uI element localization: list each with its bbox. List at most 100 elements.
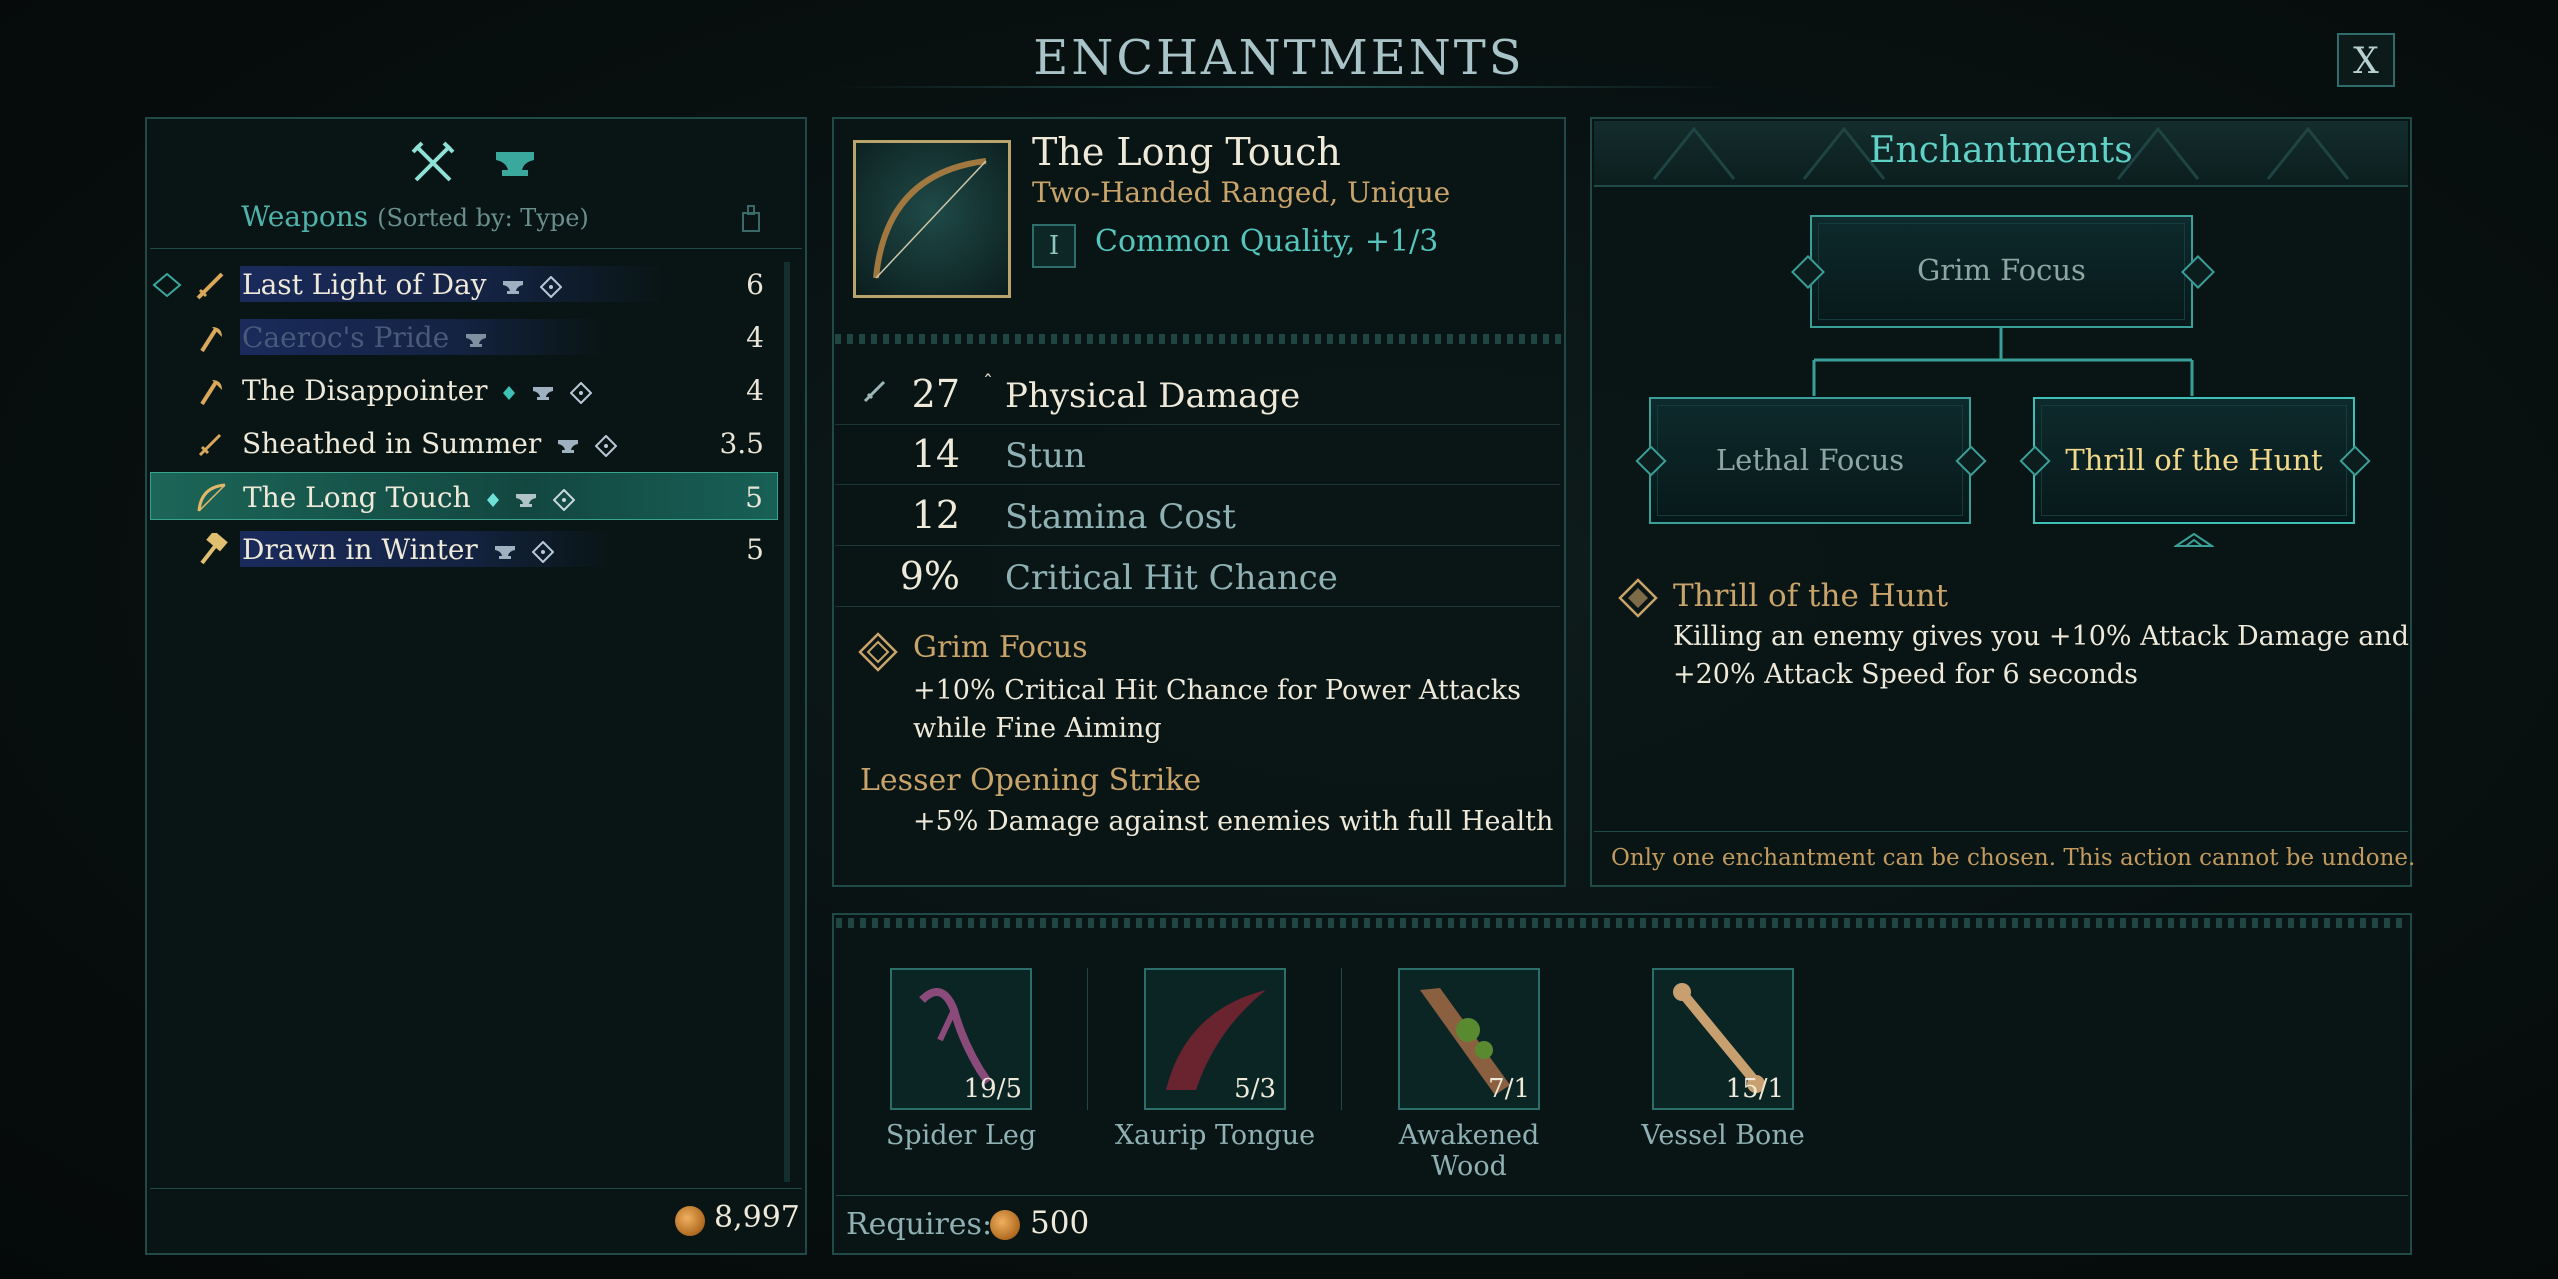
material-card-xaurip-tongue[interactable]: 5/3: [1144, 968, 1286, 1110]
list-scrollbar[interactable]: [784, 262, 790, 1182]
requires-label: Requires:: [846, 1207, 993, 1242]
enchant-panel-title: Enchantments: [1869, 130, 2133, 171]
bow-icon: [873, 158, 987, 279]
anvil-tab-icon[interactable]: [490, 138, 540, 188]
material-count: 19/5: [963, 1074, 1022, 1104]
sword-icon: [196, 272, 224, 300]
tree-connectors: [1812, 328, 2194, 396]
requires-cost: 500: [1030, 1205, 1090, 1241]
list-item-value: 6: [746, 268, 764, 301]
gold-coin-icon: [675, 1206, 705, 1236]
hammer-icon: [200, 533, 228, 565]
list-item-drawn-in-winter[interactable]: Drawn in Winter 5: [150, 525, 778, 573]
list-item-value: 4: [746, 374, 764, 407]
material-card-vessel-bone[interactable]: 15/1: [1652, 968, 1794, 1110]
gold-coin-icon: [990, 1210, 1020, 1240]
stat-value: 14: [911, 432, 960, 476]
stat-row-critical-hit-chance: 9% Critical Hit Chance: [835, 546, 1560, 607]
material-count: 5/3: [1234, 1074, 1276, 1104]
list-item-label: Sheathed in Summer: [242, 427, 618, 460]
perk-description: +5% Damage against enemies with full Hea…: [913, 806, 1554, 837]
list-item-value: 5: [746, 533, 764, 566]
list-item-last-light-of-day[interactable]: Last Light of Day 6: [150, 260, 778, 308]
enchant-diamond-icon: [1618, 578, 1658, 618]
node-label: Thrill of the Hunt: [2065, 443, 2323, 477]
enchant-footer-divider: [1594, 831, 2408, 832]
material-name: Awakened Wood: [1398, 1120, 1540, 1182]
anvil-icon: [558, 439, 579, 453]
enchant-diamond-icon: [540, 275, 563, 298]
title-divider: [830, 86, 1730, 88]
axe-icon: [200, 380, 222, 406]
item-image: [853, 140, 1011, 298]
item-quality: Common Quality, +1/3: [1095, 224, 1439, 259]
list-title: Weapons: [241, 200, 369, 233]
list-item-label: Drawn in Winter: [242, 533, 554, 566]
ornate-divider: [835, 334, 1563, 344]
list-item-the-long-touch[interactable]: The Long Touch 5: [150, 472, 778, 520]
stat-value: 12: [911, 493, 960, 537]
enchant-warning: Only one enchantment can be chosen. This…: [1611, 845, 2416, 871]
enchant-diamond-icon: [570, 381, 593, 404]
enchant-node-lethal-focus[interactable]: Lethal Focus: [1649, 397, 1971, 524]
axe-icon: [200, 327, 222, 353]
list-item-label: The Disappointer: [242, 374, 593, 407]
materials-panel: [832, 913, 2412, 1255]
stat-value: 27: [911, 372, 960, 416]
anvil-icon: [516, 493, 537, 507]
list-item-label: The Long Touch: [243, 481, 576, 514]
stat-label: Stamina Cost: [1005, 497, 1236, 537]
perk-name: Lesser Opening Strike: [860, 763, 1202, 798]
list-item-label: Last Light of Day: [242, 268, 563, 301]
material-separator: [1087, 968, 1088, 1110]
stat-label: Physical Damage: [1005, 376, 1301, 416]
stat-row-physical-damage: 27 ˆ Physical Damage: [835, 364, 1560, 425]
enchant-node-grim-focus[interactable]: Grim Focus: [1810, 215, 2193, 328]
sort-label[interactable]: (Sorted by: Type): [377, 204, 589, 232]
requires-divider: [836, 1195, 2408, 1196]
filter-icon[interactable]: [740, 203, 762, 233]
enchant-diamond-icon: [595, 434, 618, 457]
material-name: Vessel Bone: [1641, 1120, 1805, 1151]
list-divider: [150, 248, 802, 249]
dagger-icon: [198, 433, 222, 457]
item-type: Two-Handed Ranged, Unique: [1032, 176, 1451, 209]
tier-label: I: [1048, 231, 1060, 261]
material-name: Spider Leg: [885, 1120, 1037, 1151]
anvil-icon: [503, 280, 524, 294]
material-count: 7/1: [1488, 1074, 1530, 1104]
enchant-diamond-icon: [531, 540, 554, 563]
stat-label: Critical Hit Chance: [1005, 558, 1338, 598]
material-card-spider-leg[interactable]: 19/5: [890, 968, 1032, 1110]
list-item-sheathed-in-summer[interactable]: Sheathed in Summer 3.5: [150, 419, 778, 467]
enchant-diamond-icon: [858, 632, 898, 672]
equipped-diamond-icon: [152, 272, 182, 298]
list-item-label: Caeroc's Pride: [242, 321, 488, 354]
list-item-the-disappointer[interactable]: The Disappointer 4: [150, 366, 778, 414]
crossed-weapons-tab-icon[interactable]: [408, 138, 458, 188]
anvil-icon: [533, 386, 554, 400]
stat-label: Stun: [1005, 436, 1086, 476]
quality-gem-icon: [486, 492, 499, 507]
enchant-node-thrill-of-the-hunt[interactable]: Thrill of the Hunt: [2033, 397, 2355, 524]
material-name: Xaurip Tongue: [1114, 1120, 1316, 1151]
list-item-value: 5: [745, 481, 763, 514]
list-item-value: 3.5: [719, 427, 764, 460]
stat-value: 9%: [899, 554, 960, 598]
tier-badge: I: [1032, 224, 1076, 268]
quality-gem-icon: [503, 385, 516, 400]
stat-row-stun: 14 Stun: [835, 424, 1560, 485]
ornate-divider: [836, 918, 2408, 928]
list-item-caerocs-pride[interactable]: Caeroc's Pride 4: [150, 313, 778, 361]
material-count: 15/1: [1725, 1074, 1784, 1104]
enchant-diamond-icon: [553, 488, 576, 511]
currency-divider: [150, 1188, 802, 1189]
stat-row-stamina-cost: 12 Stamina Cost: [835, 485, 1560, 546]
perk-description: +10% Critical Hit Chance for Power Attac…: [913, 675, 1521, 744]
selected-enchant-desc-line2: +20% Attack Speed for 6 seconds: [1673, 659, 2138, 690]
perk-name: Grim Focus: [913, 630, 1088, 665]
close-button[interactable]: X: [2337, 33, 2395, 87]
anvil-icon: [494, 545, 515, 559]
material-card-awakened-wood[interactable]: 7/1: [1398, 968, 1540, 1110]
player-currency: 8,997: [714, 1200, 800, 1235]
